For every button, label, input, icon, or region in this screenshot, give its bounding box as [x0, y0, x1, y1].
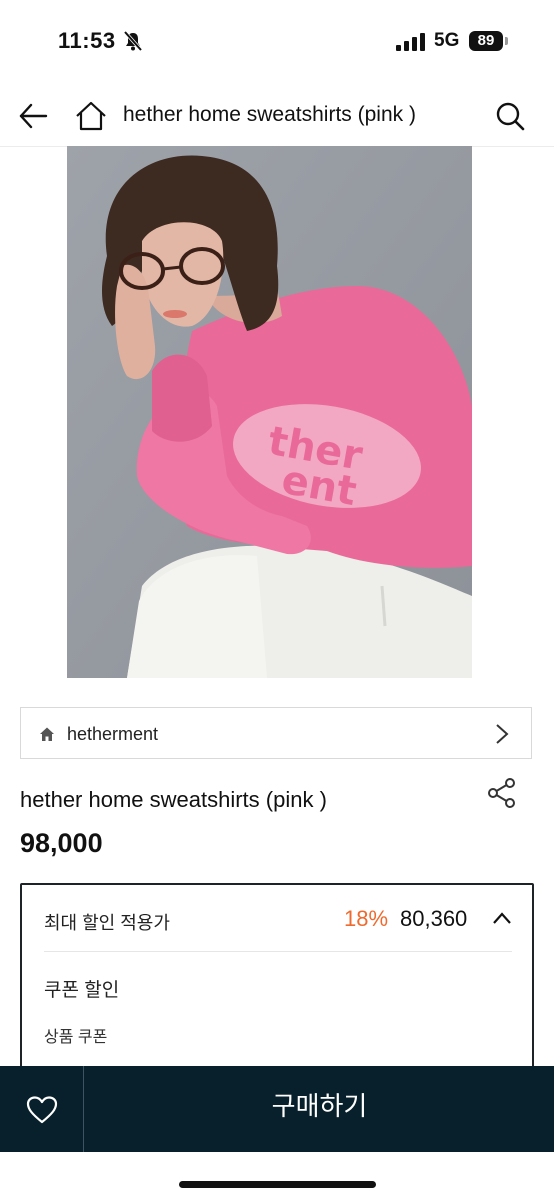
home-indicator	[179, 1181, 376, 1188]
brand-name: hetherment	[67, 724, 159, 744]
chevron-right-icon	[496, 724, 509, 744]
share-icon[interactable]	[487, 778, 517, 808]
heart-icon	[26, 1096, 58, 1124]
product-price: 98,000	[20, 828, 103, 858]
brand-link[interactable]: hetherment	[20, 707, 532, 759]
discount-panel: 최대 할인 적용가 18% 80,360 쿠폰 할인 상품 쿠폰	[20, 883, 534, 1083]
battery-icon: 89	[469, 31, 503, 51]
status-bar: 11:53 5G 89	[0, 0, 554, 84]
back-arrow-icon[interactable]	[17, 100, 49, 132]
bell-slash-icon	[124, 31, 142, 51]
chevron-up-icon[interactable]	[492, 911, 512, 925]
wishlist-button[interactable]	[0, 1066, 84, 1152]
product-image[interactable]: ther ent	[67, 146, 472, 678]
bottom-action-bar: 구매하기	[0, 1066, 554, 1152]
coupon-discount-title: 쿠폰 할인	[44, 980, 120, 1001]
buy-button[interactable]: 구매하기	[85, 1066, 554, 1152]
brand-home-icon	[40, 727, 54, 741]
discount-label: 최대 할인 적용가	[44, 913, 170, 933]
product-title: hether home sweatshirts (pink )	[20, 787, 327, 812]
discount-price: 80,360	[400, 906, 468, 931]
product-coupon-label[interactable]: 상품 쿠폰	[44, 1023, 107, 1047]
top-nav: hether home sweatshirts (pink )	[0, 86, 554, 147]
product-photo: ther ent	[67, 146, 472, 678]
divider	[44, 951, 512, 952]
home-icon[interactable]	[75, 100, 107, 132]
search-icon[interactable]	[494, 100, 526, 132]
signal-icon	[396, 33, 425, 51]
network-type: 5G	[434, 30, 460, 51]
status-time: 11:53	[58, 28, 116, 53]
battery-tip	[505, 37, 508, 45]
page-title: hether home sweatshirts (pink )	[123, 103, 416, 126]
discount-percent: 18%	[344, 906, 389, 931]
